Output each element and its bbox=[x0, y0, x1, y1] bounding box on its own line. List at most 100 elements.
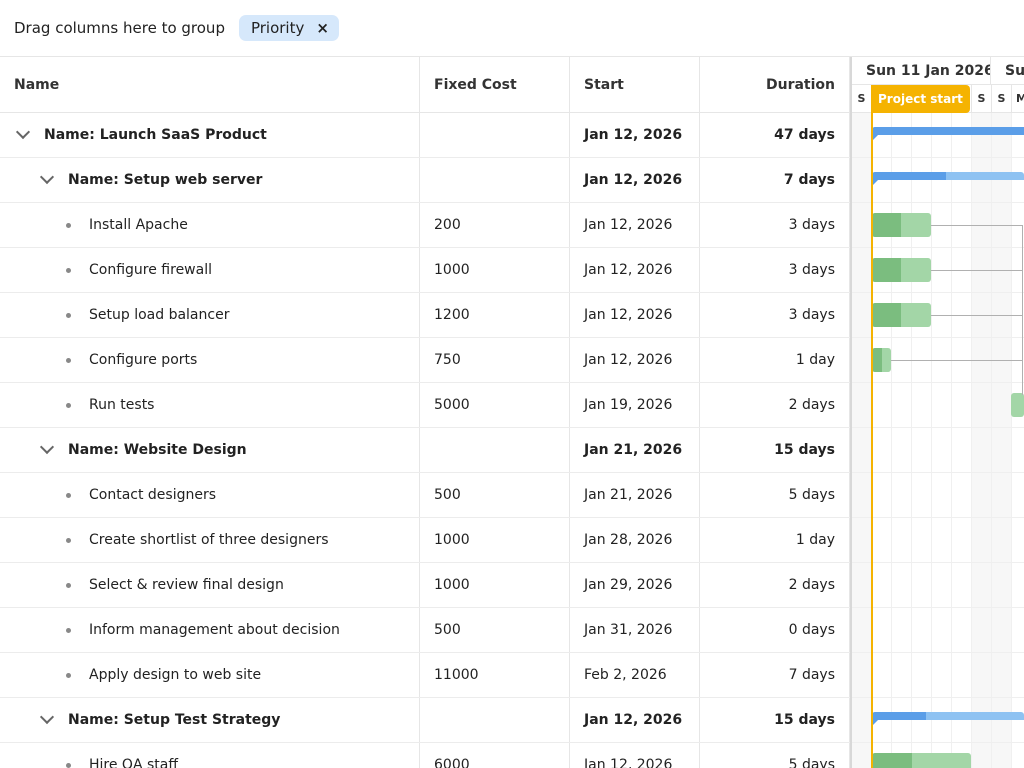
timeline-day-header: S bbox=[852, 85, 872, 113]
timeline-day-column bbox=[912, 113, 932, 768]
task-progress bbox=[872, 303, 901, 327]
project-start-label[interactable]: Project start bbox=[871, 85, 970, 113]
chevron-down-icon[interactable] bbox=[39, 169, 55, 185]
cell-duration: 5 days bbox=[700, 743, 850, 768]
bullet-icon bbox=[66, 267, 71, 273]
column-header-start[interactable]: Start bbox=[570, 57, 700, 112]
group-by-hint: Drag columns here to group bbox=[14, 19, 225, 37]
task-bar[interactable] bbox=[872, 303, 931, 327]
chevron-down-icon[interactable] bbox=[15, 124, 31, 140]
summary-bar[interactable] bbox=[872, 172, 1024, 186]
cell-name: Name: Setup web server bbox=[0, 158, 420, 202]
cell-fixed-cost bbox=[420, 428, 570, 472]
cell-start: Jan 28, 2026 bbox=[570, 518, 700, 562]
task-bar[interactable] bbox=[1011, 393, 1024, 417]
table-row[interactable]: Run tests 5000 Jan 19, 2026 2 days bbox=[0, 383, 850, 428]
table-row[interactable]: Create shortlist of three designers 1000 J… bbox=[0, 518, 850, 563]
cell-fixed-cost: 5000 bbox=[420, 383, 570, 427]
table-row[interactable]: Contact designers 500 Jan 21, 2026 5 days bbox=[0, 473, 850, 518]
group-chip-priority[interactable]: Priority × bbox=[238, 15, 339, 41]
cell-fixed-cost bbox=[420, 158, 570, 202]
timeline-day-header: M bbox=[1012, 85, 1024, 113]
cell-start: Jan 12, 2026 bbox=[570, 338, 700, 382]
cell-duration: 1 day bbox=[700, 518, 850, 562]
timeline-row-line bbox=[852, 157, 1024, 158]
group-by-bar[interactable]: Drag columns here to group Priority × bbox=[0, 0, 1024, 57]
chevron-down-icon[interactable] bbox=[39, 439, 55, 455]
table-row[interactable]: Inform management about decision 500 Jan 3… bbox=[0, 608, 850, 653]
task-name: Name: Setup Test Strategy bbox=[68, 712, 281, 728]
cell-name: Hire QA staff bbox=[0, 743, 420, 768]
cell-duration: 0 days bbox=[700, 608, 850, 652]
table-row[interactable]: Install Apache 200 Jan 12, 2026 3 days bbox=[0, 203, 850, 248]
group-row[interactable]: Name: Setup Test Strategy Jan 12, 2026 15 … bbox=[0, 698, 850, 743]
table-row[interactable]: Configure firewall 1000 Jan 12, 2026 3 days bbox=[0, 248, 850, 293]
cell-name: Inform management about decision bbox=[0, 608, 420, 652]
timeline-row-line bbox=[852, 697, 1024, 698]
cell-name: Run tests bbox=[0, 383, 420, 427]
cell-fixed-cost: 11000 bbox=[420, 653, 570, 697]
dependency-line bbox=[1022, 225, 1023, 395]
dependency-line bbox=[931, 225, 1023, 226]
task-name: Name: Website Design bbox=[68, 442, 247, 458]
task-name: Setup load balancer bbox=[89, 307, 230, 323]
task-name: Select & review final design bbox=[89, 577, 284, 593]
cell-start: Jan 12, 2026 bbox=[570, 113, 700, 157]
table-row[interactable]: Configure ports 750 Jan 12, 2026 1 day bbox=[0, 338, 850, 383]
task-grid: Name Fixed Cost Start Duration Name: Lau… bbox=[0, 57, 850, 768]
summary-bar[interactable] bbox=[872, 712, 1024, 726]
cell-name: Name: Setup Test Strategy bbox=[0, 698, 420, 742]
column-header-name[interactable]: Name bbox=[0, 57, 420, 112]
cell-name: Create shortlist of three designers bbox=[0, 518, 420, 562]
timeline-row-line bbox=[852, 247, 1024, 248]
cell-fixed-cost: 1000 bbox=[420, 518, 570, 562]
task-name: Name: Setup web server bbox=[68, 172, 263, 188]
gantt-timeline: Sun 11 Jan 2026 Sun 18 Jan 2026 SMTWTFSS… bbox=[852, 57, 1024, 768]
cell-name: Configure firewall bbox=[0, 248, 420, 292]
group-row[interactable]: Name: Setup web server Jan 12, 2026 7 days bbox=[0, 158, 850, 203]
table-row[interactable]: Hire QA staff 6000 Jan 12, 2026 5 days bbox=[0, 743, 850, 768]
bullet-icon bbox=[66, 537, 71, 543]
bullet-icon bbox=[66, 582, 71, 588]
cell-fixed-cost: 500 bbox=[420, 473, 570, 517]
column-header-fixed-cost[interactable]: Fixed Cost bbox=[420, 57, 570, 112]
timeline-day-column bbox=[852, 113, 872, 768]
task-progress bbox=[872, 258, 901, 282]
summary-bar[interactable] bbox=[872, 127, 1024, 141]
group-row[interactable]: Name: Launch SaaS Product Jan 12, 2026 47 … bbox=[0, 113, 850, 158]
timeline-row-line bbox=[852, 202, 1024, 203]
cell-duration: 7 days bbox=[700, 158, 850, 202]
table-row[interactable]: Apply design to web site 11000 Feb 2, 2026… bbox=[0, 653, 850, 698]
timeline-row-line bbox=[852, 652, 1024, 653]
grid-header: Name Fixed Cost Start Duration bbox=[0, 57, 850, 113]
cell-name: Contact designers bbox=[0, 473, 420, 517]
timeline-row-line bbox=[852, 382, 1024, 383]
table-row[interactable]: Select & review final design 1000 Jan 29, … bbox=[0, 563, 850, 608]
dependency-line bbox=[931, 315, 1023, 316]
task-bar[interactable] bbox=[872, 213, 931, 237]
bullet-icon bbox=[66, 312, 71, 318]
close-icon[interactable]: × bbox=[316, 20, 329, 36]
timeline-day-column bbox=[872, 113, 892, 768]
timeline-day-column bbox=[892, 113, 912, 768]
cell-name: Name: Website Design bbox=[0, 428, 420, 472]
cell-start: Feb 2, 2026 bbox=[570, 653, 700, 697]
timeline-week-header: Sun 18 Jan 2026 bbox=[991, 57, 1024, 85]
group-row[interactable]: Name: Website Design Jan 21, 2026 15 days bbox=[0, 428, 850, 473]
cell-duration: 5 days bbox=[700, 473, 850, 517]
task-name: Configure firewall bbox=[89, 262, 212, 278]
column-header-duration[interactable]: Duration bbox=[700, 57, 850, 112]
dependency-line bbox=[931, 270, 1023, 271]
table-row[interactable]: Setup load balancer 1200 Jan 12, 2026 3 day… bbox=[0, 293, 850, 338]
chevron-down-icon[interactable] bbox=[39, 709, 55, 725]
cell-duration: 3 days bbox=[700, 203, 850, 247]
task-bar[interactable] bbox=[872, 348, 891, 372]
task-bar[interactable] bbox=[872, 753, 971, 768]
cell-duration: 3 days bbox=[700, 293, 850, 337]
timeline-row-line bbox=[852, 472, 1024, 473]
task-progress bbox=[872, 753, 912, 768]
cell-duration: 47 days bbox=[700, 113, 850, 157]
task-name: Install Apache bbox=[89, 217, 188, 233]
task-bar[interactable] bbox=[872, 258, 931, 282]
dependency-line bbox=[891, 360, 1023, 361]
